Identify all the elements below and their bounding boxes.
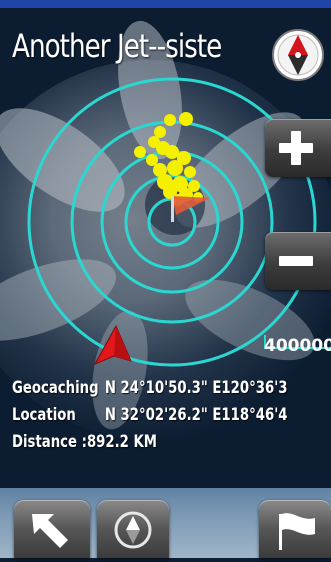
distance-text: Distance :892.2 KM [12,432,157,452]
cache-dot [184,166,196,178]
scale-label: 400000 [264,336,331,356]
zoom-out-button[interactable] [265,232,331,290]
compass-icon [272,29,324,81]
cache-dot [179,112,193,126]
cache-dot [167,160,183,176]
cache-dot [164,114,176,126]
cache-dot [134,146,146,158]
flag-icon [279,513,315,550]
location-label: Location [12,405,76,425]
cache-dot [165,145,179,159]
status-strip [0,0,331,8]
plus-icon [279,131,313,165]
flag-button[interactable] [259,500,331,558]
compass-button[interactable] [270,27,326,83]
geocaching-coordinates: N 24°10'50.3" E120°36'3 [104,378,288,398]
location-coordinates: N 32°02'26.2" E118°46'4 [104,405,288,425]
minus-icon [279,256,313,266]
center-compass-button[interactable] [97,500,169,558]
zoom-in-button[interactable] [265,119,331,177]
compass-small-icon [114,511,152,549]
cache-title: Another Jet--sister caches [12,27,222,65]
geocaching-row: Geocaching N 24°10'50.3" E120°36'3 [12,378,287,398]
back-button[interactable] [14,500,90,558]
geocaching-label: Geocaching [12,378,99,398]
back-arrow-icon [32,514,68,548]
location-row: Location N 32°02'26.2" E118°46'4 [12,405,287,425]
cache-dot [154,126,166,138]
